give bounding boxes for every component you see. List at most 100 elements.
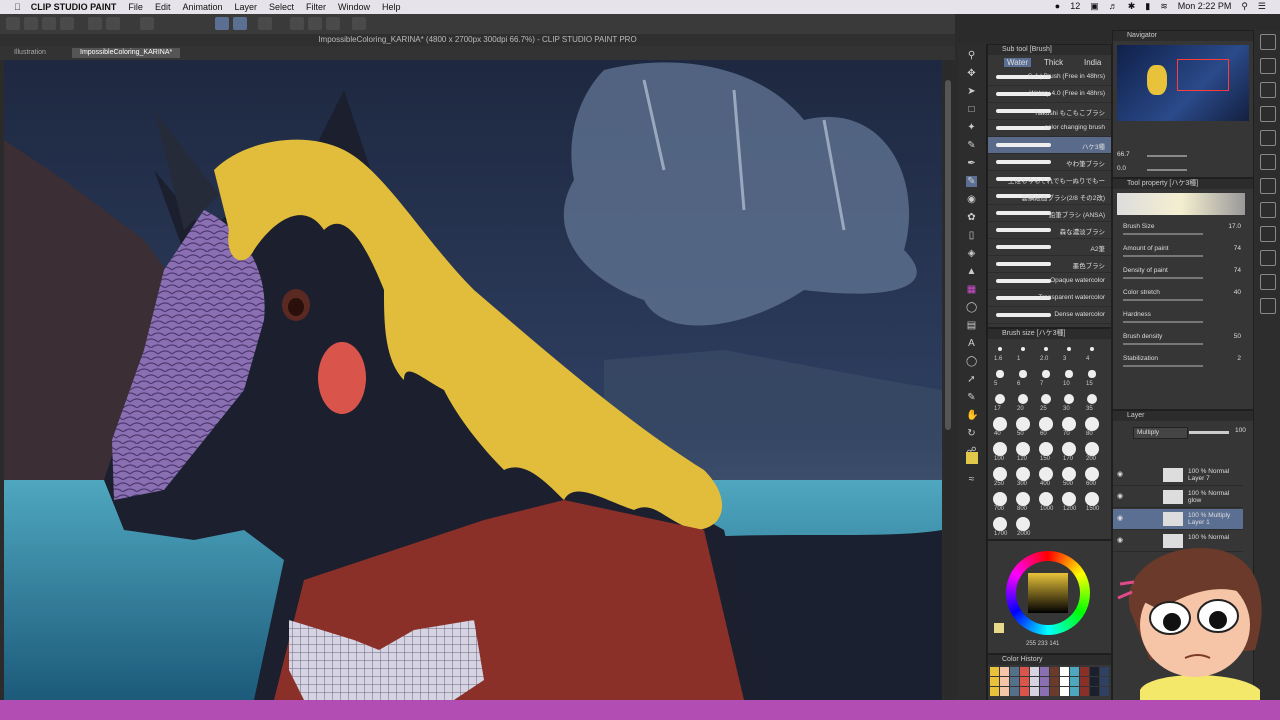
search-icon[interactable]: ⚲ — [1241, 1, 1248, 12]
brush-size-dot[interactable] — [993, 417, 1007, 431]
menu-edit[interactable]: Edit — [155, 2, 171, 12]
brush-size-dot[interactable] — [1085, 492, 1099, 506]
text-tool-icon[interactable]: A — [966, 338, 977, 349]
color-history-swatch[interactable] — [1100, 667, 1109, 676]
airbrush-icon[interactable]: ◉ — [966, 194, 977, 205]
brush-size-dot[interactable] — [1062, 492, 1076, 506]
brush-item[interactable]: やわ筆ブラシ — [988, 154, 1111, 171]
property-slider[interactable] — [1123, 255, 1203, 257]
brush-item[interactable]: 墨色ブラシ — [988, 256, 1111, 273]
brush-size-dot[interactable] — [1016, 442, 1030, 456]
brush-size-dot[interactable] — [1039, 442, 1053, 456]
navigator-preview[interactable] — [1117, 45, 1249, 121]
color-history-swatch[interactable] — [1100, 677, 1109, 686]
gradient-icon[interactable]: ▦ — [966, 284, 977, 295]
color-history-swatch[interactable] — [1000, 687, 1009, 696]
brush-size-dot[interactable] — [998, 347, 1002, 351]
blend-mode-select[interactable]: Multiply — [1133, 427, 1188, 439]
brush-size-dot[interactable] — [1062, 442, 1076, 456]
panel-icon-2[interactable] — [1260, 82, 1276, 98]
opacity-slider[interactable] — [1189, 431, 1229, 434]
color-history-swatch[interactable] — [1080, 687, 1089, 696]
settings-icon[interactable] — [352, 17, 366, 30]
panel-icon-1[interactable] — [1260, 58, 1276, 74]
notification-count[interactable]: 12 — [1070, 1, 1080, 12]
brush-size-dot[interactable] — [1062, 467, 1076, 481]
color-history-swatch[interactable] — [1010, 687, 1019, 696]
color-history-swatch[interactable] — [1090, 687, 1099, 696]
brush-size-dot[interactable] — [1016, 467, 1030, 481]
property-value[interactable]: 40 — [1211, 289, 1241, 296]
brush-size-dot[interactable] — [1039, 467, 1053, 481]
brush-item[interactable]: hakushi もこもこブラシ — [988, 103, 1111, 120]
object-tool-icon[interactable]: ➤ — [966, 86, 977, 97]
property-value[interactable]: 2 — [1211, 355, 1241, 362]
color-history-swatch[interactable] — [1010, 677, 1019, 686]
color-history-swatch[interactable] — [1030, 687, 1039, 696]
color-history-swatch[interactable] — [1080, 667, 1089, 676]
color-history-swatch[interactable] — [1040, 667, 1049, 676]
color-history-swatch[interactable] — [1000, 677, 1009, 686]
panel-icon-10[interactable] — [1260, 274, 1276, 290]
color-history-swatch[interactable] — [1030, 677, 1039, 686]
brush-size-dot[interactable] — [1039, 492, 1053, 506]
property-value[interactable]: 74 — [1211, 245, 1241, 252]
brush-size-dot[interactable] — [1017, 393, 1029, 405]
display-icon[interactable]: ▣ — [1090, 1, 1099, 12]
color-history-swatch[interactable] — [990, 667, 999, 676]
color-history-swatch[interactable] — [990, 687, 999, 696]
brush-size-dot[interactable] — [1016, 517, 1030, 531]
rotate-tool-icon[interactable]: ↻ — [966, 428, 977, 439]
search-panel-icon[interactable] — [1260, 34, 1276, 50]
brush-item[interactable]: ハケ3種 — [988, 137, 1111, 154]
layer-row[interactable]: ◉ 100 % Normal Layer 7 — [1113, 465, 1243, 486]
color-history-swatch[interactable] — [1010, 667, 1019, 676]
color-history-swatch[interactable] — [1020, 687, 1029, 696]
undo-icon[interactable] — [88, 17, 102, 30]
stabilizer-icon[interactable] — [215, 17, 229, 30]
property-slider[interactable] — [1123, 321, 1203, 323]
brush-item[interactable]: Opaque watercolor — [988, 273, 1111, 290]
panel-icon-4[interactable] — [1260, 130, 1276, 146]
property-value[interactable]: 74 — [1211, 267, 1241, 274]
drawing-canvas[interactable] — [4, 60, 942, 700]
color-history-swatch[interactable] — [1080, 677, 1089, 686]
color-history-swatch[interactable] — [1020, 677, 1029, 686]
brush-size-dot[interactable] — [1062, 417, 1076, 431]
wifi-icon[interactable]: ≋ — [1160, 1, 1168, 12]
menu-select[interactable]: Select — [269, 2, 294, 12]
brush-item[interactable]: 鉛筆ブラシ (ANSA) — [988, 205, 1111, 222]
group-india[interactable]: India — [1084, 58, 1101, 67]
color-square[interactable] — [1028, 573, 1068, 613]
bluetooth-icon[interactable]: ✱ — [1128, 1, 1136, 12]
panel-icon-9[interactable] — [1260, 250, 1276, 266]
tab-illustration[interactable]: Illustration — [6, 48, 54, 58]
brush-item[interactable]: S-A | Brush (Free in 48hrs) — [988, 69, 1111, 86]
panel-icon-8[interactable] — [1260, 226, 1276, 242]
color-history-swatch[interactable] — [1060, 667, 1069, 676]
app-name[interactable]: CLIP STUDIO PAINT — [31, 2, 117, 12]
property-slider[interactable] — [1123, 233, 1203, 235]
selection-tool-icon[interactable]: □ — [966, 104, 977, 115]
property-slider[interactable] — [1123, 299, 1203, 301]
brush-size-dot[interactable] — [1044, 347, 1048, 351]
brush-item[interactable]: 雲鱗絵画ブラシ(2/8 その2改) — [988, 188, 1111, 205]
fill-icon[interactable]: ▲ — [966, 266, 977, 277]
brush-size-dot[interactable] — [1019, 370, 1027, 378]
balloon-icon[interactable]: ◯ — [966, 356, 977, 367]
zoom-slider[interactable] — [1147, 155, 1187, 157]
color-history-swatch[interactable] — [990, 677, 999, 686]
pen-tool-icon[interactable]: ✒ — [966, 158, 977, 169]
color-history-swatch[interactable] — [1060, 687, 1069, 696]
brush-item[interactable]: Transparent watercolor — [988, 290, 1111, 307]
color-history-swatch[interactable] — [1020, 667, 1029, 676]
control-center-icon[interactable]: ☰ — [1258, 1, 1266, 12]
menu-animation[interactable]: Animation — [182, 2, 222, 12]
brush-item[interactable]: 森な濃淡ブラシ — [988, 222, 1111, 239]
apple-icon[interactable]:  — [14, 2, 21, 12]
record-icon[interactable]: ● — [1055, 1, 1060, 12]
color-history-swatch[interactable] — [1060, 677, 1069, 686]
brush-size-dot[interactable] — [1088, 370, 1096, 378]
color-history-swatch[interactable] — [1070, 667, 1079, 676]
color-history-swatch[interactable] — [1090, 677, 1099, 686]
